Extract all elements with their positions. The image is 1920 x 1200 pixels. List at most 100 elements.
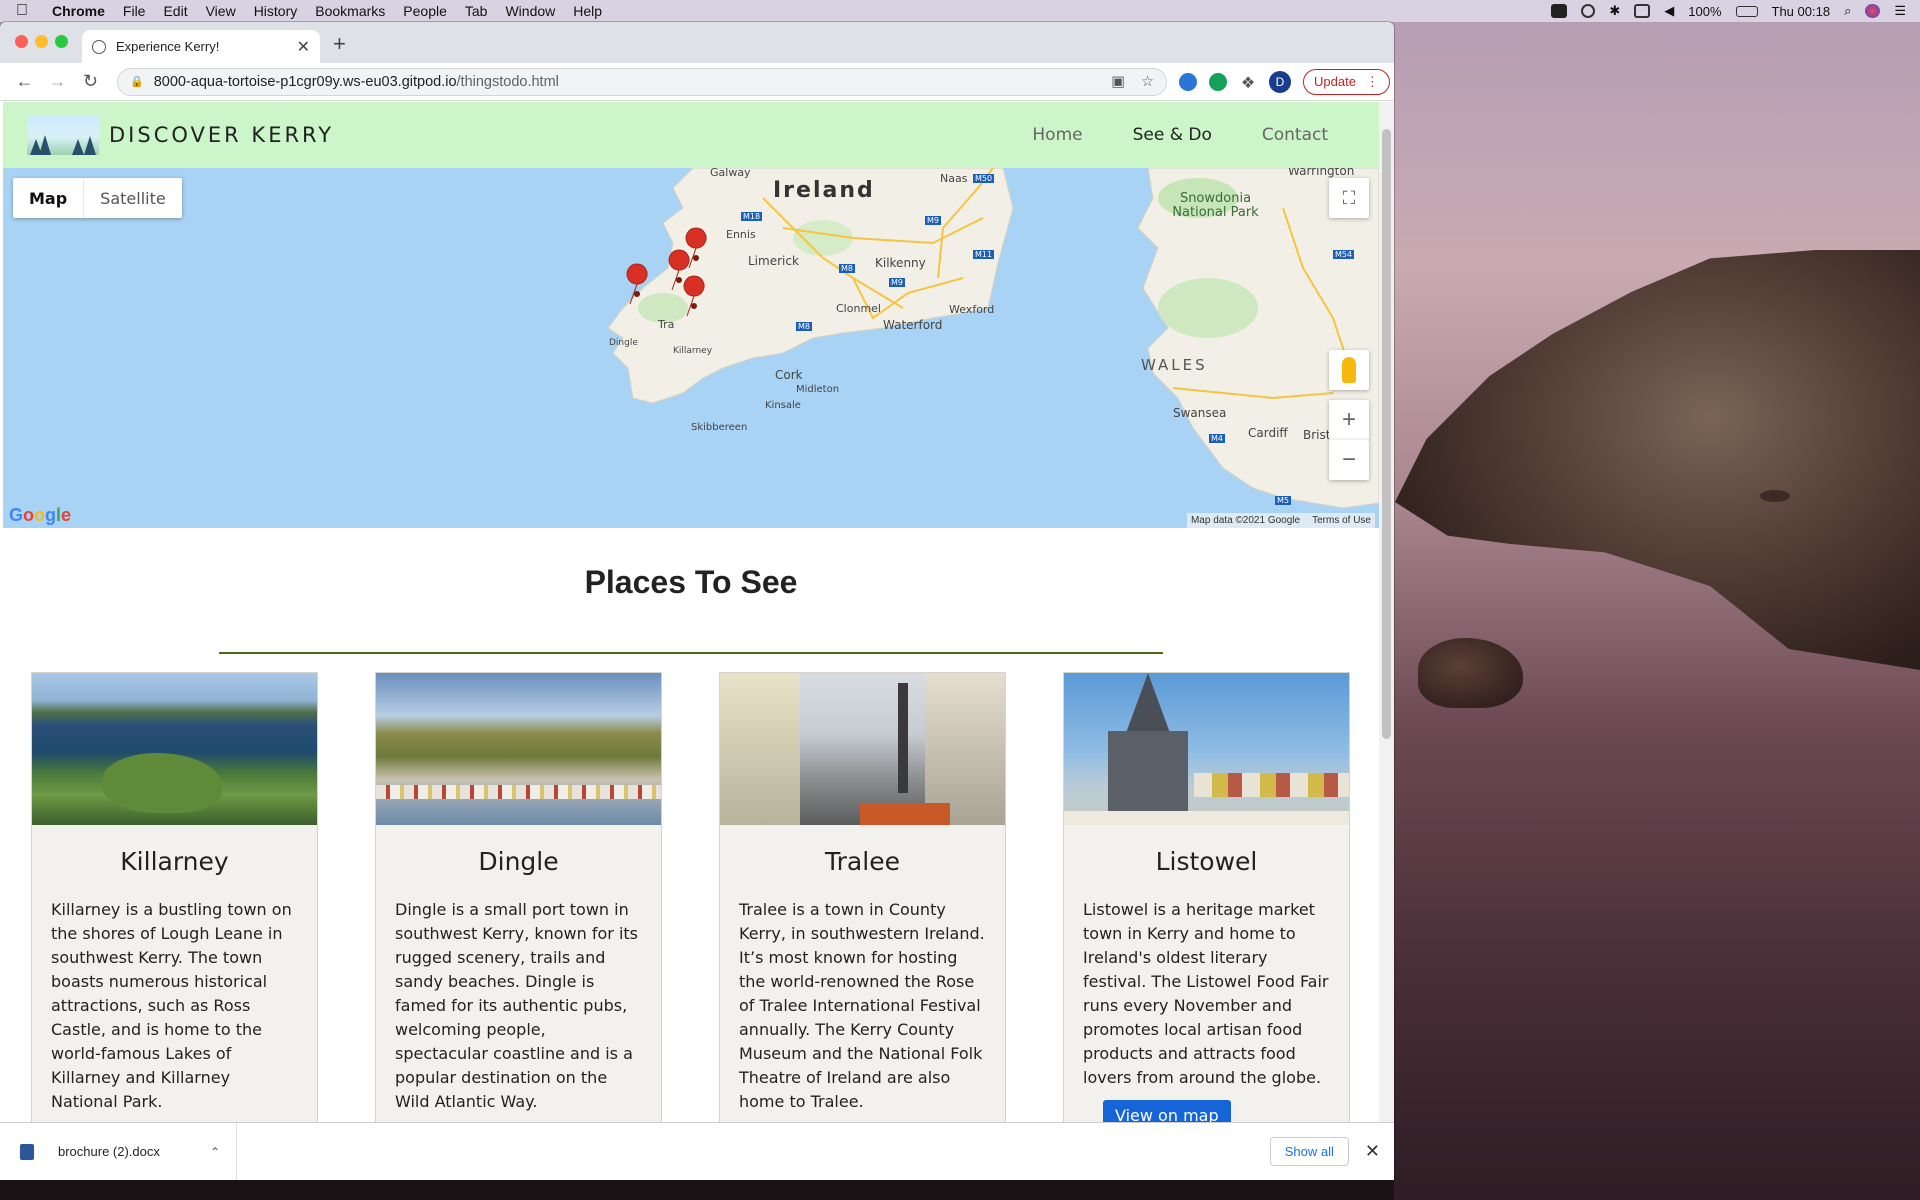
forward-icon[interactable]: →	[41, 71, 74, 92]
window-maximize-button[interactable]	[55, 35, 68, 48]
menu-history[interactable]: History	[245, 3, 307, 19]
tab-close-icon[interactable]: ✕	[297, 37, 310, 57]
motorway-shield-m9-south: M9	[889, 278, 905, 287]
notification-center-icon[interactable]: ☰	[1894, 3, 1906, 19]
card-description: Dingle is a small port town in southwest…	[395, 900, 639, 1111]
map-data-credit: Map data ©2021 Google	[1190, 515, 1301, 526]
places-section-title: Places To See	[584, 564, 798, 600]
reload-icon[interactable]: ↻	[74, 71, 107, 92]
listowel-photo	[1064, 673, 1349, 825]
map-label-snowdonia: Snowdonia National Park	[1172, 191, 1259, 220]
map-label-kilkenny: Kilkenny	[875, 256, 926, 270]
extension-hexagon-icon[interactable]	[1179, 72, 1197, 91]
site-navbar: DISCOVER KERRY Home See & Do Contact	[3, 102, 1379, 168]
place-card-dingle: Dingle Dingle is a small port town in so…	[375, 672, 662, 1122]
place-card-killarney: Killarney Killarney is a bustling town o…	[31, 672, 318, 1122]
more-vert-icon: ⋮	[1365, 73, 1379, 89]
nav-contact[interactable]: Contact	[1262, 125, 1328, 145]
map-terms-link[interactable]: Terms of Use	[1312, 515, 1371, 526]
wallpaper-rock-small	[1760, 490, 1790, 502]
map-label-killarney: Killarney	[673, 346, 713, 356]
map-type-satellite-button[interactable]: Satellite	[83, 178, 182, 218]
status-app-icon[interactable]	[1551, 4, 1568, 18]
motorway-shield-m11: M11	[973, 250, 995, 259]
battery-icon[interactable]	[1735, 5, 1758, 17]
window-minimize-button[interactable]	[35, 35, 48, 48]
menu-people[interactable]: People	[394, 3, 456, 19]
clock[interactable]: Thu 00:18	[1772, 4, 1831, 19]
places-cards: Killarney Killarney is a bustling town o…	[3, 672, 1379, 1122]
bluetooth-icon[interactable]: ✱	[1609, 3, 1620, 19]
ireland-landmass	[607, 168, 1014, 404]
google-map[interactable]: Ireland WALES Snowdonia National Park Ga…	[3, 168, 1379, 528]
browser-tab[interactable]: Experience Kerry! ✕	[82, 30, 320, 63]
profile-avatar[interactable]: D	[1269, 70, 1291, 93]
update-button[interactable]: Update ⋮	[1303, 68, 1390, 95]
address-bar[interactable]: 🔒 8000-aqua-tortoise-p1cgr09y.ws-eu03.gi…	[117, 67, 1167, 96]
url-host: 8000-aqua-tortoise-p1cgr09y.ws-eu03.gitp…	[153, 73, 457, 90]
zoom-out-button[interactable]: −	[1329, 440, 1369, 480]
update-label: Update	[1314, 74, 1356, 89]
url-path: /thingstodo.html	[456, 73, 559, 90]
qr-code-icon[interactable]: ▣	[1111, 74, 1125, 90]
site-brand[interactable]: DISCOVER KERRY	[109, 123, 334, 147]
fullscreen-icon[interactable]: ⛶	[1329, 178, 1369, 218]
place-card-listowel: Listowel Listowel is a heritage market t…	[1063, 672, 1350, 1122]
wallpaper-cliff	[1395, 250, 1920, 670]
motorway-shield-m50: M50	[973, 174, 995, 183]
google-logo[interactable]: Google	[9, 505, 71, 526]
wales-park-area	[1158, 278, 1258, 338]
apple-icon[interactable]: 	[0, 2, 44, 20]
motorway-shield-m5: M5	[1275, 496, 1291, 505]
map-label-warrington: Warrington	[1288, 168, 1355, 178]
extensions-puzzle-icon[interactable]: ❖	[1239, 73, 1257, 92]
menu-edit[interactable]: Edit	[154, 3, 196, 19]
lock-icon[interactable]: 🔒	[130, 75, 144, 88]
download-file-name: brochure (2).docx	[58, 1144, 160, 1159]
page-scrollbar[interactable]	[1379, 102, 1394, 1122]
time-machine-icon[interactable]	[1581, 4, 1596, 18]
scrollbar-thumb[interactable]	[1382, 129, 1391, 739]
map-label-ennis: Ennis	[726, 228, 756, 241]
status-area: ✱ ◀ 100% Thu 00:18 ⌕ ☰	[1551, 3, 1920, 19]
street-view-pegman-icon[interactable]	[1329, 350, 1369, 390]
map-label-bristol: Brist	[1303, 428, 1331, 442]
card-title: Killarney	[120, 847, 229, 876]
site-logo[interactable]	[27, 115, 99, 155]
menu-help[interactable]: Help	[564, 3, 611, 19]
download-item[interactable]: brochure (2).docx ⌃	[0, 1123, 237, 1180]
back-icon[interactable]: ←	[8, 71, 41, 92]
motorway-shield-m8-south: M8	[796, 322, 812, 331]
map-label-limerick: Limerick	[748, 254, 799, 268]
menu-window[interactable]: Window	[496, 3, 564, 19]
show-all-button[interactable]: Show all	[1269, 1137, 1349, 1166]
view-on-map-button[interactable]: View on map	[1103, 1100, 1231, 1122]
chevron-up-icon[interactable]: ⌃	[210, 1145, 220, 1159]
close-download-bar-icon[interactable]: ✕	[1365, 1141, 1380, 1162]
map-type-map-button[interactable]: Map	[13, 178, 83, 218]
nav-home[interactable]: Home	[1032, 125, 1082, 145]
download-bar: brochure (2).docx ⌃ Show all ✕	[0, 1122, 1394, 1180]
menu-view[interactable]: View	[197, 3, 245, 19]
grammarly-icon[interactable]	[1209, 72, 1227, 91]
map-attribution: Map data ©2021 Google Terms of Use	[1186, 513, 1375, 528]
zoom-in-button[interactable]: +	[1329, 400, 1369, 440]
menu-bookmarks[interactable]: Bookmarks	[306, 3, 394, 19]
map-label-waterford: Waterford	[883, 318, 943, 332]
airplay-icon[interactable]	[1634, 4, 1651, 18]
spotlight-icon[interactable]: ⌕	[1844, 3, 1851, 19]
nav-see-and-do[interactable]: See & Do	[1133, 125, 1212, 145]
motorway-shield-m8-north: M8	[839, 264, 855, 273]
siri-icon[interactable]	[1865, 4, 1881, 18]
wallpaper-rock	[1418, 638, 1523, 708]
menu-file[interactable]: File	[114, 3, 155, 19]
menu-tab[interactable]: Tab	[456, 3, 497, 19]
new-tab-icon[interactable]: +	[333, 31, 346, 57]
bookmark-star-icon[interactable]: ☆	[1141, 74, 1154, 90]
card-description: Listowel is a heritage market town in Ke…	[1083, 900, 1329, 1087]
killarney-photo	[32, 673, 317, 825]
volume-icon[interactable]: ◀	[1664, 3, 1674, 19]
battery-percent[interactable]: 100%	[1688, 4, 1721, 19]
window-close-button[interactable]	[15, 35, 28, 48]
menu-app-name[interactable]: Chrome	[44, 3, 114, 19]
